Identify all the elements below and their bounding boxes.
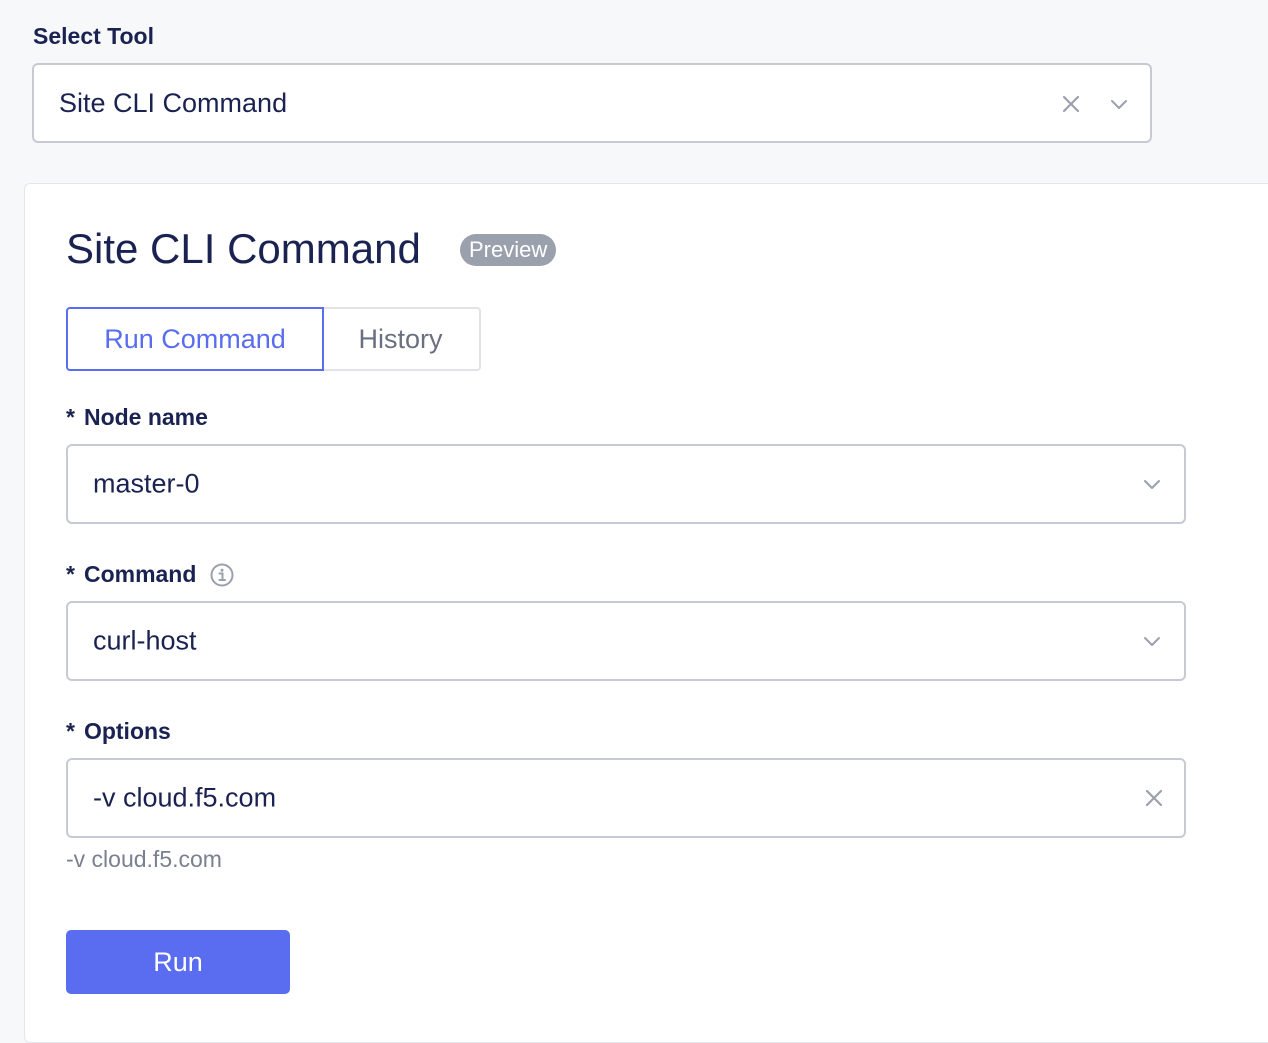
node-name-label-text: Node name [83, 404, 208, 430]
tab-run-command[interactable]: Run Command [66, 307, 324, 371]
command-label: * Command [66, 561, 234, 588]
required-mark: * [66, 718, 75, 744]
options-value: -v cloud.f5.com [93, 782, 277, 813]
command-value: curl-host [93, 625, 197, 656]
info-icon[interactable] [210, 563, 234, 587]
node-name-select[interactable]: master-0 [66, 444, 1186, 524]
select-tool-label: Select Tool [33, 23, 154, 49]
chevron-down-icon[interactable] [1142, 631, 1162, 651]
chevron-down-icon[interactable] [1142, 474, 1162, 494]
clear-options-icon[interactable] [1144, 788, 1164, 808]
options-helper-text: -v cloud.f5.com [66, 846, 222, 872]
required-mark: * [66, 561, 75, 587]
tool-select[interactable]: Site CLI Command [32, 63, 1152, 143]
clear-tool-icon[interactable] [1061, 94, 1081, 114]
command-select[interactable]: curl-host [66, 601, 1186, 681]
options-label: * Options [66, 718, 171, 745]
options-label-text: Options [83, 718, 171, 744]
required-mark: * [66, 404, 75, 430]
chevron-down-icon[interactable] [1109, 94, 1129, 114]
options-input[interactable]: -v cloud.f5.com [66, 758, 1186, 838]
tab-history[interactable]: History [322, 307, 481, 371]
command-label-text: Command [83, 561, 197, 587]
page-title: Site CLI Command [66, 225, 421, 272]
node-name-label: * Node name [66, 404, 208, 431]
tool-select-value: Site CLI Command [59, 87, 288, 118]
run-button[interactable]: Run [66, 930, 290, 994]
node-name-value: master-0 [93, 468, 200, 499]
preview-badge: Preview [460, 234, 557, 266]
